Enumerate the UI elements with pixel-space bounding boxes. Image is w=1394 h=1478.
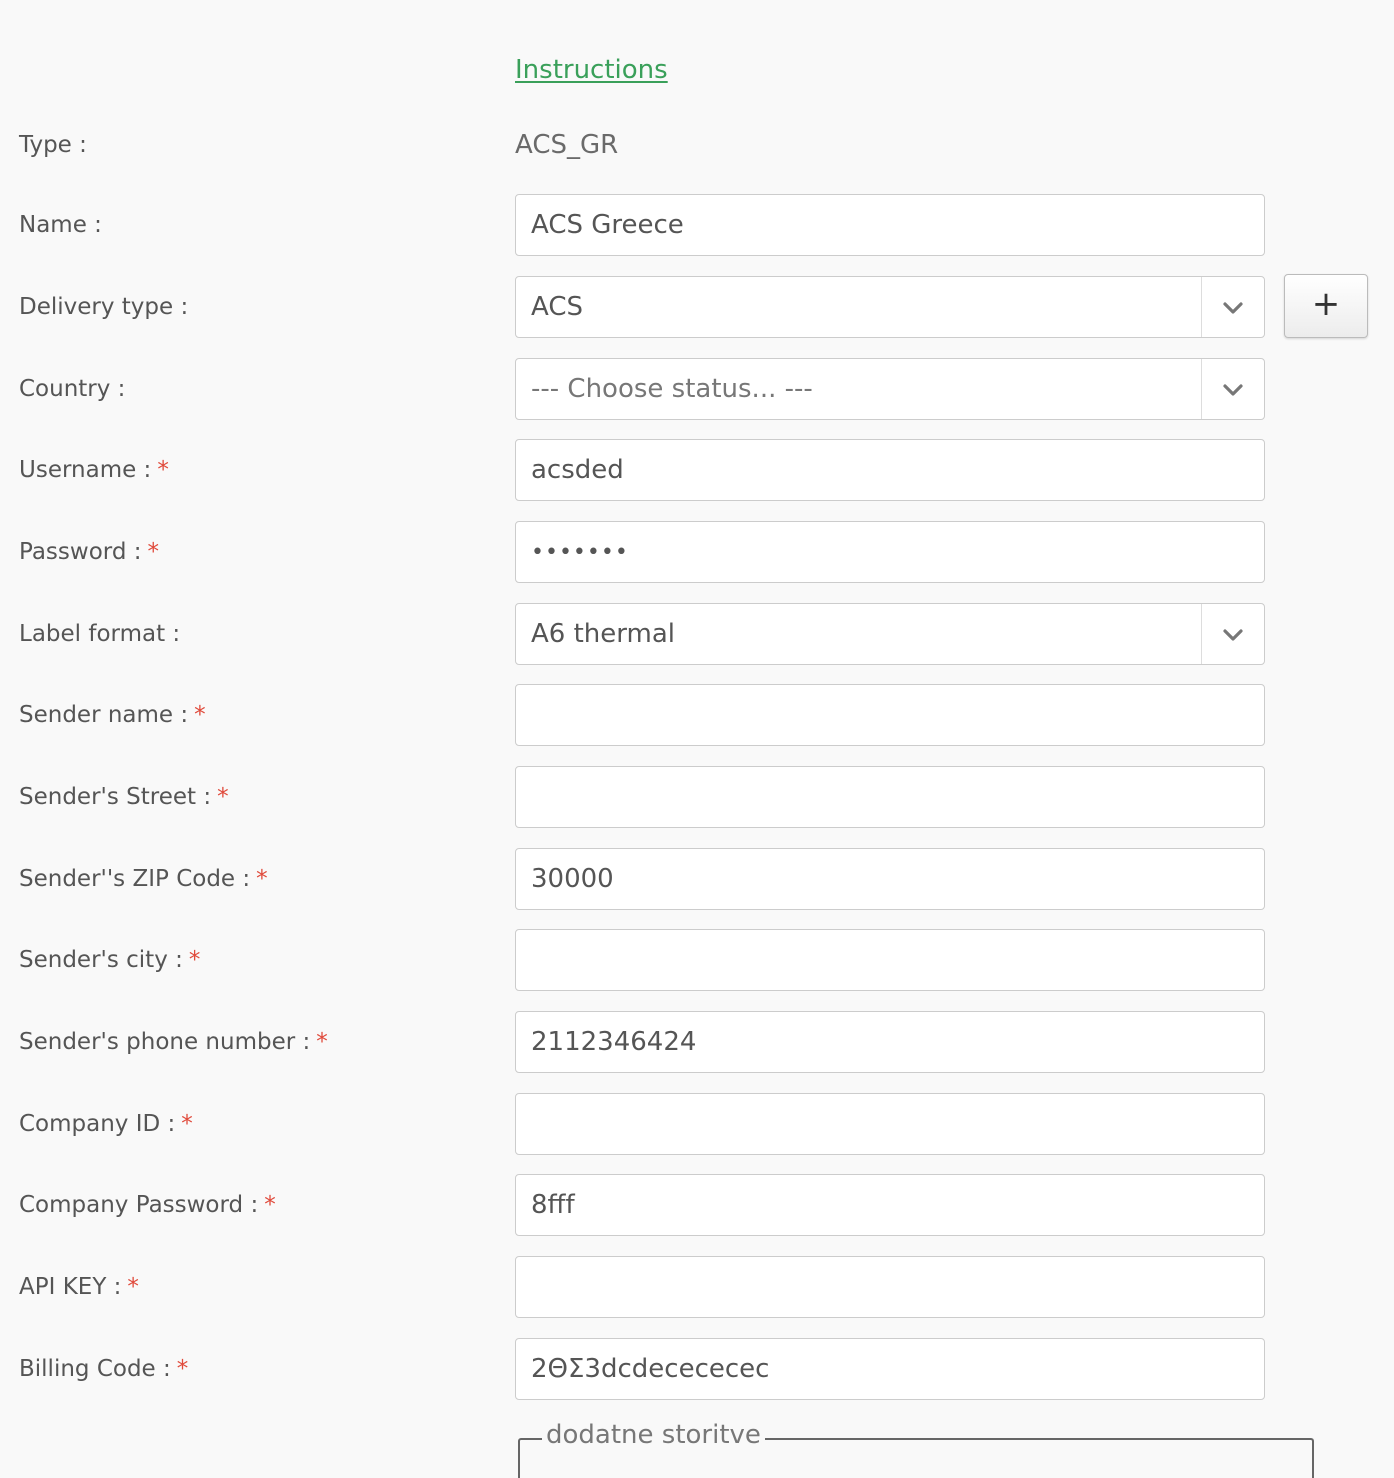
- company-id-input[interactable]: [516, 1094, 1264, 1154]
- company-password-label: Company Password : *: [19, 1192, 276, 1218]
- password-input[interactable]: [516, 522, 1264, 582]
- plus-icon: +: [1311, 284, 1341, 324]
- company-password-row: Company Password : *: [0, 1174, 1394, 1236]
- sender-city-field: [515, 929, 1265, 991]
- sender-zip-label: Sender''s ZIP Code : *: [19, 866, 268, 892]
- required-marker: *: [157, 457, 169, 483]
- name-input[interactable]: [516, 195, 1264, 255]
- api-key-input[interactable]: [516, 1257, 1264, 1317]
- country-label: Country :: [19, 376, 126, 402]
- sender-phone-label: Sender's phone number : *: [19, 1029, 328, 1055]
- chevron-down-icon: [1223, 629, 1243, 641]
- required-marker: *: [256, 866, 268, 892]
- label-format-row: Label format : A6 thermal: [0, 603, 1394, 665]
- required-marker: *: [127, 1274, 139, 1300]
- type-value: ACS_GR: [515, 130, 619, 160]
- sender-name-field: [515, 684, 1265, 746]
- sender-street-row: Sender's Street : *: [0, 766, 1394, 828]
- chevron-down-icon: [1223, 302, 1243, 314]
- name-row: Name :: [0, 194, 1394, 256]
- label-format-label: Label format :: [19, 621, 181, 647]
- username-label: Username : *: [19, 457, 169, 483]
- sender-street-label: Sender's Street : *: [19, 784, 229, 810]
- label-format-value: A6 thermal: [531, 619, 675, 649]
- api-key-label: API KEY : *: [19, 1274, 139, 1300]
- sender-name-input[interactable]: [516, 685, 1264, 745]
- delivery-type-select[interactable]: ACS: [515, 276, 1265, 338]
- sender-zip-row: Sender''s ZIP Code : *: [0, 848, 1394, 910]
- company-id-field: [515, 1093, 1265, 1155]
- sender-phone-row: Sender's phone number : *: [0, 1011, 1394, 1073]
- sender-phone-field: [515, 1011, 1265, 1073]
- billing-code-input[interactable]: [516, 1339, 1264, 1399]
- country-dropdown-toggle[interactable]: [1201, 359, 1264, 419]
- company-password-input[interactable]: [516, 1175, 1264, 1235]
- sender-city-row: Sender's city : *: [0, 929, 1394, 991]
- username-field: [515, 439, 1265, 501]
- country-select[interactable]: --- Choose status... ---: [515, 358, 1265, 420]
- sender-street-field: [515, 766, 1265, 828]
- delivery-type-value: ACS: [531, 292, 583, 322]
- username-row: Username : *: [0, 439, 1394, 501]
- add-delivery-type-button[interactable]: +: [1284, 274, 1368, 338]
- required-marker: *: [316, 1029, 328, 1055]
- username-input[interactable]: [516, 440, 1264, 500]
- required-marker: *: [188, 947, 201, 973]
- billing-code-row: Billing Code : *: [0, 1338, 1394, 1400]
- sender-city-input[interactable]: [516, 930, 1264, 990]
- delivery-type-label: Delivery type :: [19, 294, 189, 320]
- sender-city-label: Sender's city : *: [19, 947, 201, 973]
- label-format-select[interactable]: A6 thermal: [515, 603, 1265, 665]
- required-marker: *: [194, 702, 206, 728]
- sender-zip-input[interactable]: [516, 849, 1264, 909]
- billing-code-label: Billing Code : *: [19, 1356, 189, 1382]
- required-marker: *: [176, 1356, 189, 1382]
- required-marker: *: [217, 784, 229, 810]
- company-password-field: [515, 1174, 1265, 1236]
- country-value: --- Choose status... ---: [531, 374, 813, 404]
- required-marker: *: [181, 1111, 193, 1137]
- password-field: [515, 521, 1265, 583]
- chevron-down-icon: [1223, 384, 1243, 396]
- required-marker: *: [147, 539, 160, 565]
- sender-street-input[interactable]: [516, 767, 1264, 827]
- company-id-label: Company ID : *: [19, 1111, 193, 1137]
- sender-name-label: Sender name : *: [19, 702, 206, 728]
- required-marker: *: [264, 1192, 276, 1218]
- instructions-link[interactable]: Instructions: [515, 55, 668, 85]
- delivery-type-dropdown-toggle[interactable]: [1201, 277, 1264, 337]
- label-format-dropdown-toggle[interactable]: [1201, 604, 1264, 664]
- api-key-row: API KEY : *: [0, 1256, 1394, 1318]
- sender-zip-field: [515, 848, 1265, 910]
- type-label: Type :: [19, 132, 87, 158]
- name-field: [515, 194, 1265, 256]
- api-key-field: [515, 1256, 1265, 1318]
- password-label: Password : *: [19, 539, 160, 565]
- delivery-type-row: Delivery type : ACS +: [0, 274, 1394, 338]
- billing-code-field: [515, 1338, 1265, 1400]
- company-id-row: Company ID : *: [0, 1093, 1394, 1155]
- name-label: Name :: [19, 212, 102, 238]
- sender-name-row: Sender name : *: [0, 684, 1394, 746]
- type-row: Type : ACS_GR: [0, 114, 1394, 176]
- additional-services-legend: dodatne storitve: [542, 1420, 765, 1450]
- password-row: Password : *: [0, 521, 1394, 583]
- sender-phone-input[interactable]: [516, 1012, 1264, 1072]
- additional-services-fieldset: dodatne storitve: [518, 1420, 1314, 1478]
- country-row: Country : --- Choose status... ---: [0, 358, 1394, 420]
